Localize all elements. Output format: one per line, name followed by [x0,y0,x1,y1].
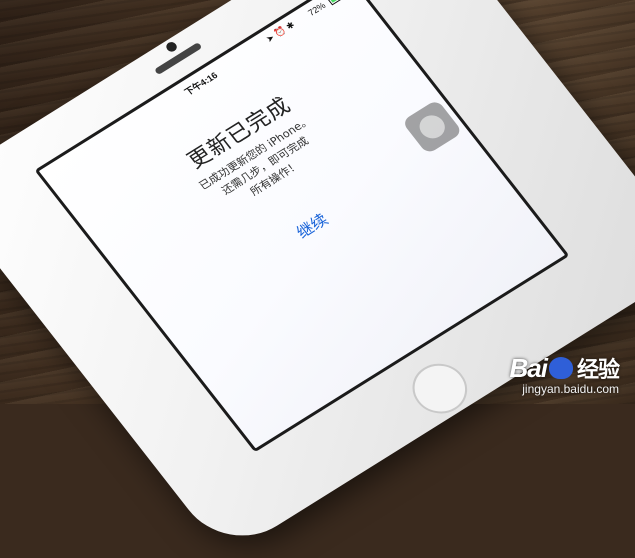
front-camera [164,40,179,54]
watermark-logo: Bai 经验 [509,352,620,384]
battery-icon [326,0,350,6]
status-icons: ➤ ⏰ ✱ [263,19,297,45]
battery-percent: 72% [306,0,328,18]
paw-icon [548,357,573,380]
iphone-device: 下午4:16 ➤ ⏰ ✱ 72% 更新已完成 已成功更新您的 iPhone。 还… [0,0,635,558]
watermark-url: jingyan.baidu.com [522,382,619,396]
watermark-logo-text-2: 经验 [576,357,620,382]
status-time: 下午4:16 [182,70,220,98]
baidu-jingyan-watermark: Bai 经验 jingyan.baidu.com [509,352,620,396]
battery-indicator: 72% [306,0,350,18]
watermark-logo-text: Bai [509,353,548,383]
home-button[interactable] [401,354,478,423]
